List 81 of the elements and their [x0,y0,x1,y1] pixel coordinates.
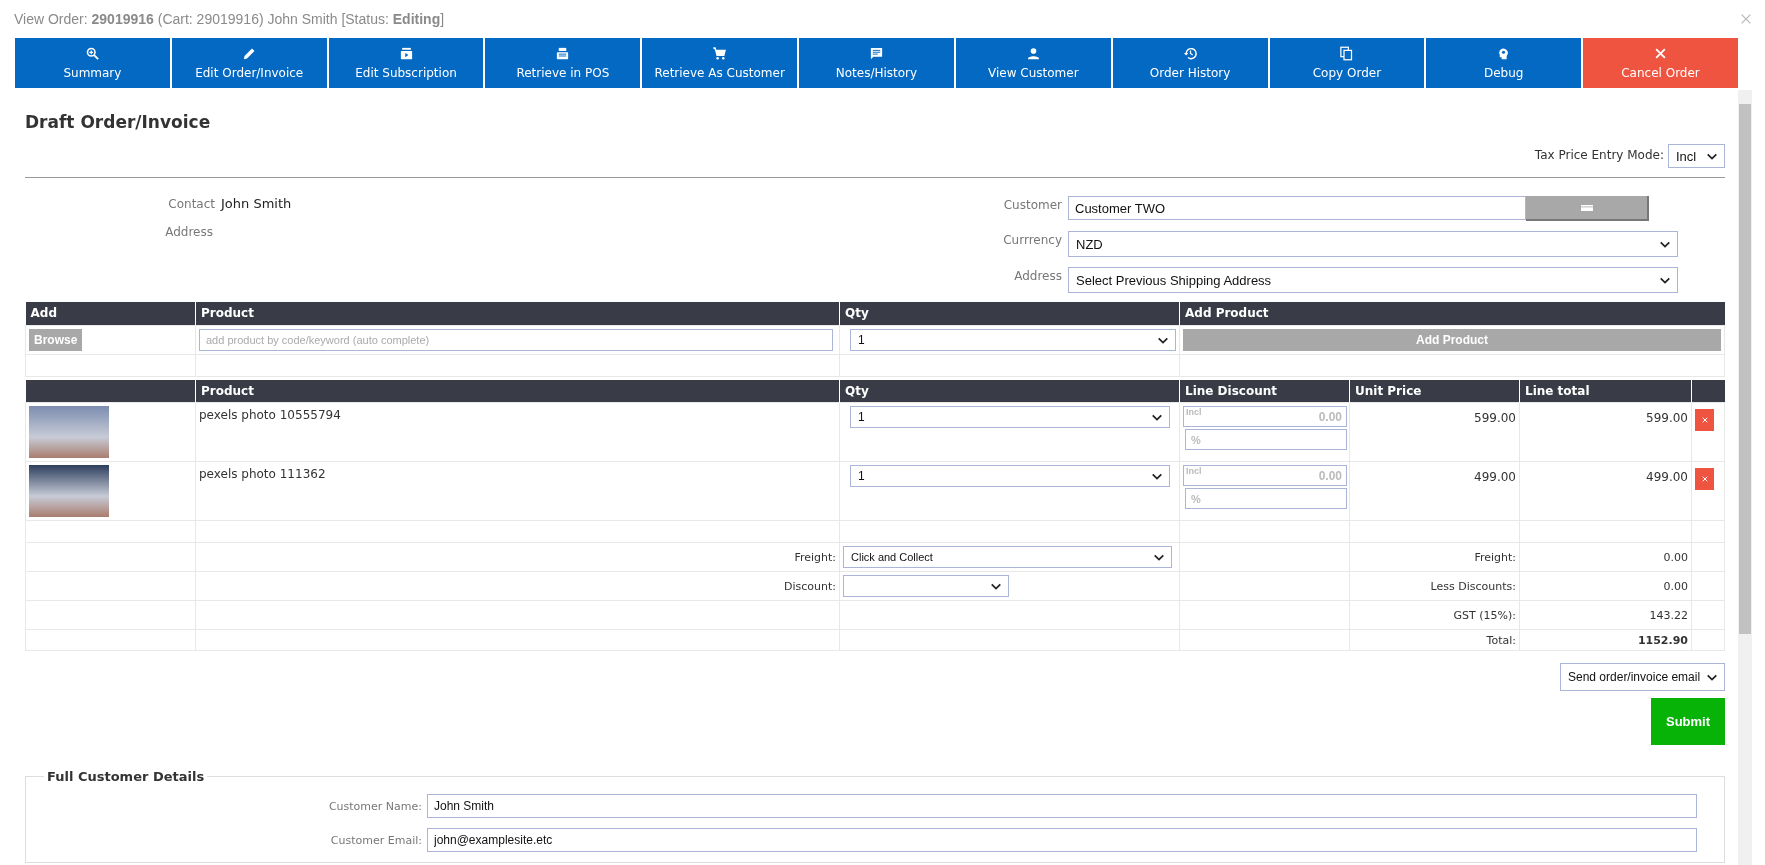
column-header: Qty [839,302,1180,325]
contact-name: John Smith [221,196,292,211]
subscription-icon [398,46,414,61]
customer-lookup-button[interactable] [1526,196,1649,221]
field-label: Address [164,225,213,239]
field-label: Discount: [195,571,840,601]
summary-label: Freight: [1349,542,1520,572]
close-icon [1700,416,1709,424]
toolbar-button[interactable]: Debug [1426,38,1582,88]
summary-amount: 143.22 [1519,600,1692,630]
customer-field[interactable]: Customer TWO [1068,196,1526,220]
toolbar-button[interactable]: Notes/History [799,38,954,88]
section-title: Full Customer Details [46,769,206,784]
cart-icon [712,46,728,61]
text-field[interactable]: John Smith [427,794,1697,818]
column-header: Qty [839,379,1180,403]
total-amount: 1152.90 [1519,629,1692,651]
pencil-icon [241,46,257,61]
toolbar-button[interactable]: Edit Order/Invoice [171,38,327,88]
summary-label: Less Discounts: [1349,571,1520,601]
line-total: 499.00 [1519,461,1692,521]
discount-select[interactable] [843,575,1009,597]
person-icon [1025,46,1041,61]
percent-field[interactable]: % [1185,429,1347,450]
field-label: Currrency [1002,232,1062,247]
toolbar-button[interactable]: Order History [1112,38,1268,88]
summary-amount: 0.00 [1519,571,1692,601]
column-header: Line Discount [1179,379,1350,403]
cash-register-icon [555,46,571,61]
qty-select[interactable]: 1 [850,406,1170,428]
column-header: Product [195,302,840,325]
qty-select[interactable]: 1 [850,465,1170,487]
history-icon [1182,46,1198,61]
product-name: pexels photo 10555794 [195,402,840,462]
field-label: Contact [167,197,215,211]
column-header: Add [25,302,196,325]
text-field[interactable]: john@examplesite.etc [427,828,1697,852]
zoom-in-icon [84,46,100,61]
unit-price: 599.00 [1349,402,1520,462]
unit-price: 499.00 [1349,461,1520,521]
address-select[interactable]: Select Previous Shipping Address [1068,267,1678,293]
close-icon[interactable] [1739,12,1753,26]
toolbar-button[interactable]: Summary [15,38,170,88]
line-total: 599.00 [1519,402,1692,462]
summary-amount: 0.00 [1519,542,1692,572]
column-header: Unit Price [1349,379,1520,403]
email-action-select[interactable]: Send order/invoice email [1560,663,1725,691]
remove-button[interactable] [1695,468,1714,490]
close-icon [1700,475,1709,483]
field-label: Freight: [195,542,840,572]
page-heading: Draft Order/Invoice [25,112,212,134]
product-name: pexels photo 111362 [195,461,840,521]
column-header: Line total [1519,379,1692,403]
window-title: View Order: 29019916 (Cart: 29019916) John Smith [Status: Editing] [14,11,445,27]
currency-select[interactable]: NZD [1068,231,1678,257]
copy-icon [1339,46,1355,61]
field-label: Customer [1002,197,1062,212]
summary-label: Total: [1349,629,1520,651]
remove-button[interactable] [1695,409,1714,431]
summary-label: GST (15%): [1349,600,1520,630]
percent-field[interactable]: % [1185,488,1347,509]
toolbar-button[interactable]: Retrieve in POS [485,38,641,88]
toolbar-button[interactable]: Cancel Order [1583,38,1738,88]
toolbar-button[interactable]: Copy Order [1269,38,1425,88]
toolbar-button[interactable]: Retrieve As Customer [642,38,798,88]
field-label: Customer Email: [329,833,422,847]
toolbar-button[interactable]: Edit Subscription [328,38,484,88]
product-search-field[interactable]: add product by code/keyword (auto complete) [199,328,833,351]
toolbar-button[interactable]: View Customer [955,38,1111,88]
bar-icon [1580,204,1593,211]
column-header: Add Product [1179,302,1725,325]
tax-mode-select[interactable]: Incl [1668,144,1725,168]
field-label: Address [1013,268,1062,283]
field-label: Tax Price Entry Mode: [1534,147,1664,162]
scrollbar[interactable] [1738,90,1752,865]
chat-icon [868,46,884,61]
freight-select[interactable]: Click and Collect [843,546,1172,568]
field-label: Customer Name: [327,799,422,813]
column-header: Product [195,379,840,403]
qty-select[interactable]: 1 [850,328,1176,351]
submit-button[interactable]: Submit [1651,698,1725,745]
